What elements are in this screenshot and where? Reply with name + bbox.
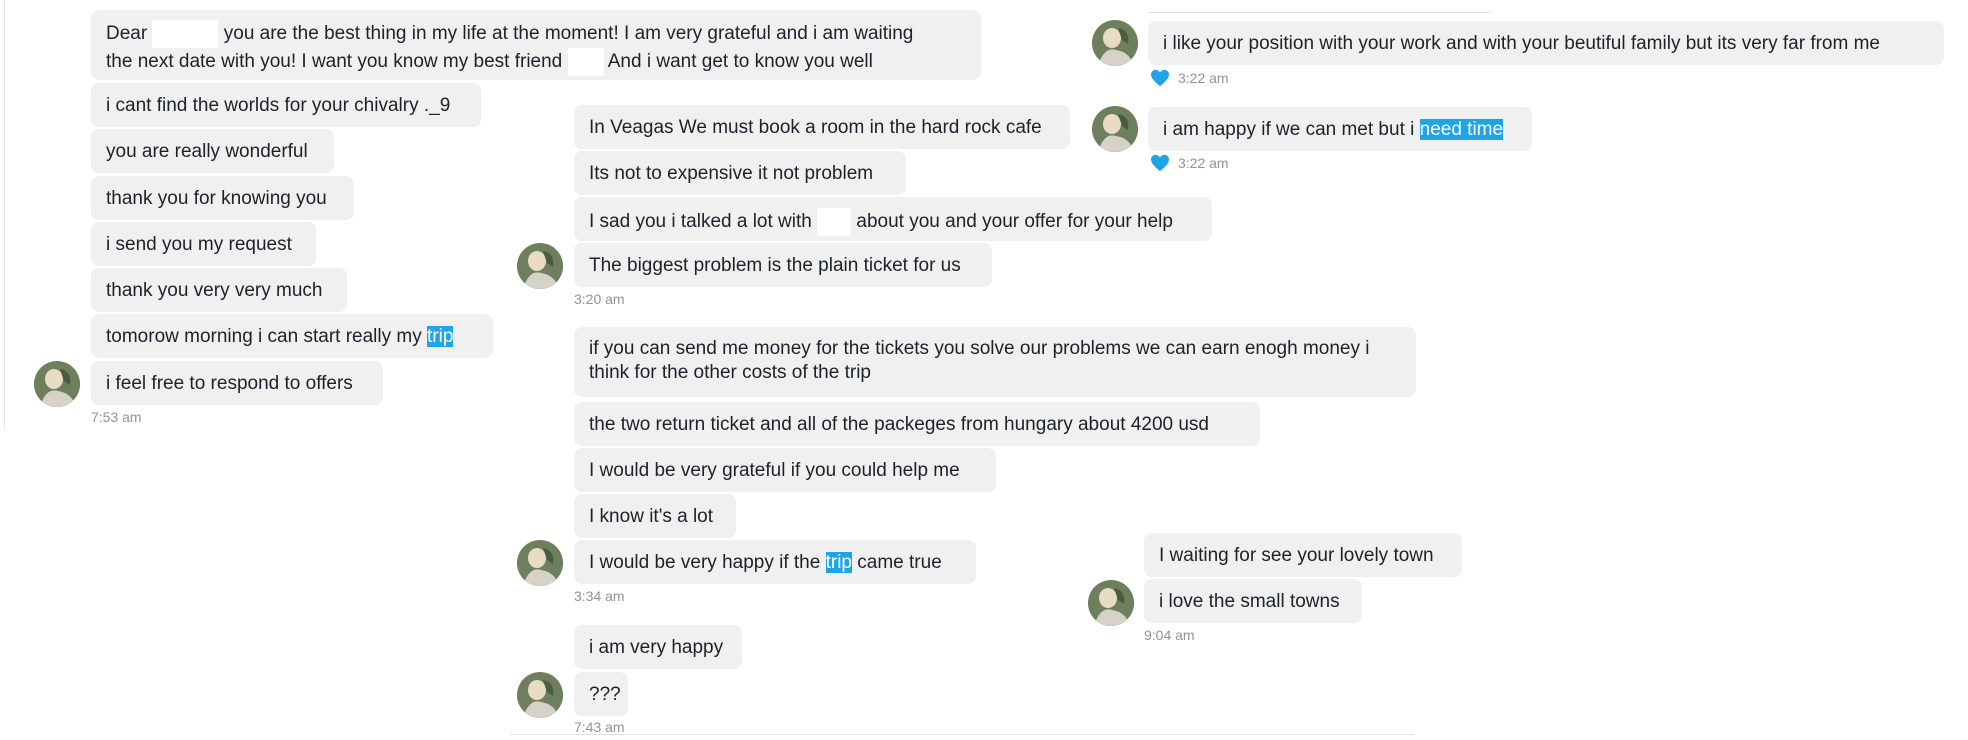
message-bubble[interactable]: i love the small towns (1144, 579, 1362, 623)
redacted-name (817, 208, 852, 236)
avatar[interactable] (1088, 580, 1134, 626)
timestamp: 9:04 am (1144, 627, 1195, 643)
divider (4, 0, 5, 430)
message-text: came true (852, 552, 942, 573)
message-bubble[interactable]: if you can send me money for the tickets… (574, 327, 1416, 397)
message-bubble[interactable]: i am happy if we can met but i need time (1148, 107, 1532, 151)
timestamp: 3:34 am (574, 588, 625, 604)
message-text: I waiting for see your lovely town (1159, 545, 1434, 566)
message-text: Dear (106, 23, 153, 45)
message-text: thank you for knowing you (106, 188, 327, 209)
message-text: you are the best thing in my life at the… (218, 23, 914, 45)
message-bubble[interactable]: you are really wonderful (91, 129, 334, 173)
message-text: i feel free to respond to offers (106, 373, 353, 394)
message-text: And i want get to know you well (603, 51, 873, 73)
search-highlight: trip (825, 552, 852, 573)
message-bubble[interactable]: In Veagas We must book a room in the har… (574, 105, 1070, 149)
message-bubble[interactable]: i cant find the worlds for your chivalry… (91, 83, 481, 127)
message-text: the next date with you! I want you know … (106, 51, 568, 73)
message-bubble[interactable]: Its not to expensive it not problem (574, 151, 906, 195)
message-text: tomorow morning i can start really my (106, 326, 427, 347)
message-bubble[interactable]: i send you my request (91, 222, 316, 266)
message-text: I sad you i talked a lot with (589, 211, 818, 233)
redacted-name (567, 48, 604, 76)
message-bubble[interactable]: I would be very grateful if you could he… (574, 448, 996, 492)
message-text: Its not to expensive it not problem (589, 163, 874, 184)
divider (1148, 12, 1490, 13)
heart-reaction-icon[interactable] (1150, 69, 1170, 87)
avatar[interactable] (1092, 20, 1138, 66)
message-bubble[interactable]: ??? (574, 672, 628, 716)
message-bubble[interactable]: I know it's a lot (574, 494, 736, 538)
message-bubble[interactable]: Dear you are the best thing in my life a… (91, 10, 981, 80)
message-bubble[interactable]: i am very happy (574, 625, 742, 669)
search-highlight: need time (1419, 119, 1504, 140)
search-highlight: trip (427, 326, 454, 347)
message-bubble[interactable]: I waiting for see your lovely town (1144, 533, 1462, 577)
message-text: ??? (589, 684, 621, 705)
timestamp: 3:22 am (1178, 70, 1229, 86)
message-text: In Veagas We must book a room in the har… (589, 117, 1042, 138)
message-bubble[interactable]: The biggest problem is the plain ticket … (574, 243, 992, 287)
avatar[interactable] (517, 243, 563, 289)
message-bubble[interactable]: the two return ticket and all of the pac… (574, 402, 1260, 446)
message-bubble[interactable]: i feel free to respond to offers (91, 361, 383, 405)
message-text: The biggest problem is the plain ticket … (589, 255, 961, 276)
message-text: i love the small towns (1159, 591, 1340, 612)
message-bubble[interactable]: i like your position with your work and … (1148, 21, 1944, 65)
avatar[interactable] (517, 672, 563, 718)
message-text: if you can send me money for the tickets… (589, 338, 1370, 383)
avatar[interactable] (1092, 106, 1138, 152)
timestamp: 7:43 am (574, 719, 625, 735)
message-bubble[interactable]: I sad you i talked a lot with about you … (574, 197, 1212, 241)
message-bubble[interactable]: tomorow morning i can start really my tr… (91, 314, 493, 358)
message-bubble[interactable]: thank you for knowing you (91, 176, 354, 220)
message-text: the two return ticket and all of the pac… (589, 414, 1209, 435)
message-text: i am happy if we can met but i (1163, 119, 1420, 140)
message-text: i cant find the worlds for your chivalry… (106, 95, 451, 116)
message-text: thank you very very much (106, 280, 323, 301)
message-bubble[interactable]: I would be very happy if the trip came t… (574, 540, 976, 584)
timestamp: 3:22 am (1178, 155, 1229, 171)
message-bubble[interactable]: thank you very very much (91, 268, 347, 312)
timestamp: 3:20 am (574, 291, 625, 307)
message-text: I would be very grateful if you could he… (589, 460, 960, 481)
message-text: about you and your offer for your help (851, 211, 1173, 233)
message-text: I would be very happy if the (589, 552, 826, 573)
message-text: i send you my request (106, 234, 292, 255)
avatar[interactable] (34, 361, 80, 407)
message-text: i am very happy (589, 637, 724, 658)
redacted-name (152, 20, 219, 48)
divider (510, 734, 1414, 735)
message-text: i like your position with your work and … (1163, 33, 1880, 54)
message-text: I know it's a lot (589, 506, 714, 527)
avatar[interactable] (517, 540, 563, 586)
timestamp: 7:53 am (91, 409, 142, 425)
heart-reaction-icon[interactable] (1150, 154, 1170, 172)
message-text: you are really wonderful (106, 141, 308, 162)
